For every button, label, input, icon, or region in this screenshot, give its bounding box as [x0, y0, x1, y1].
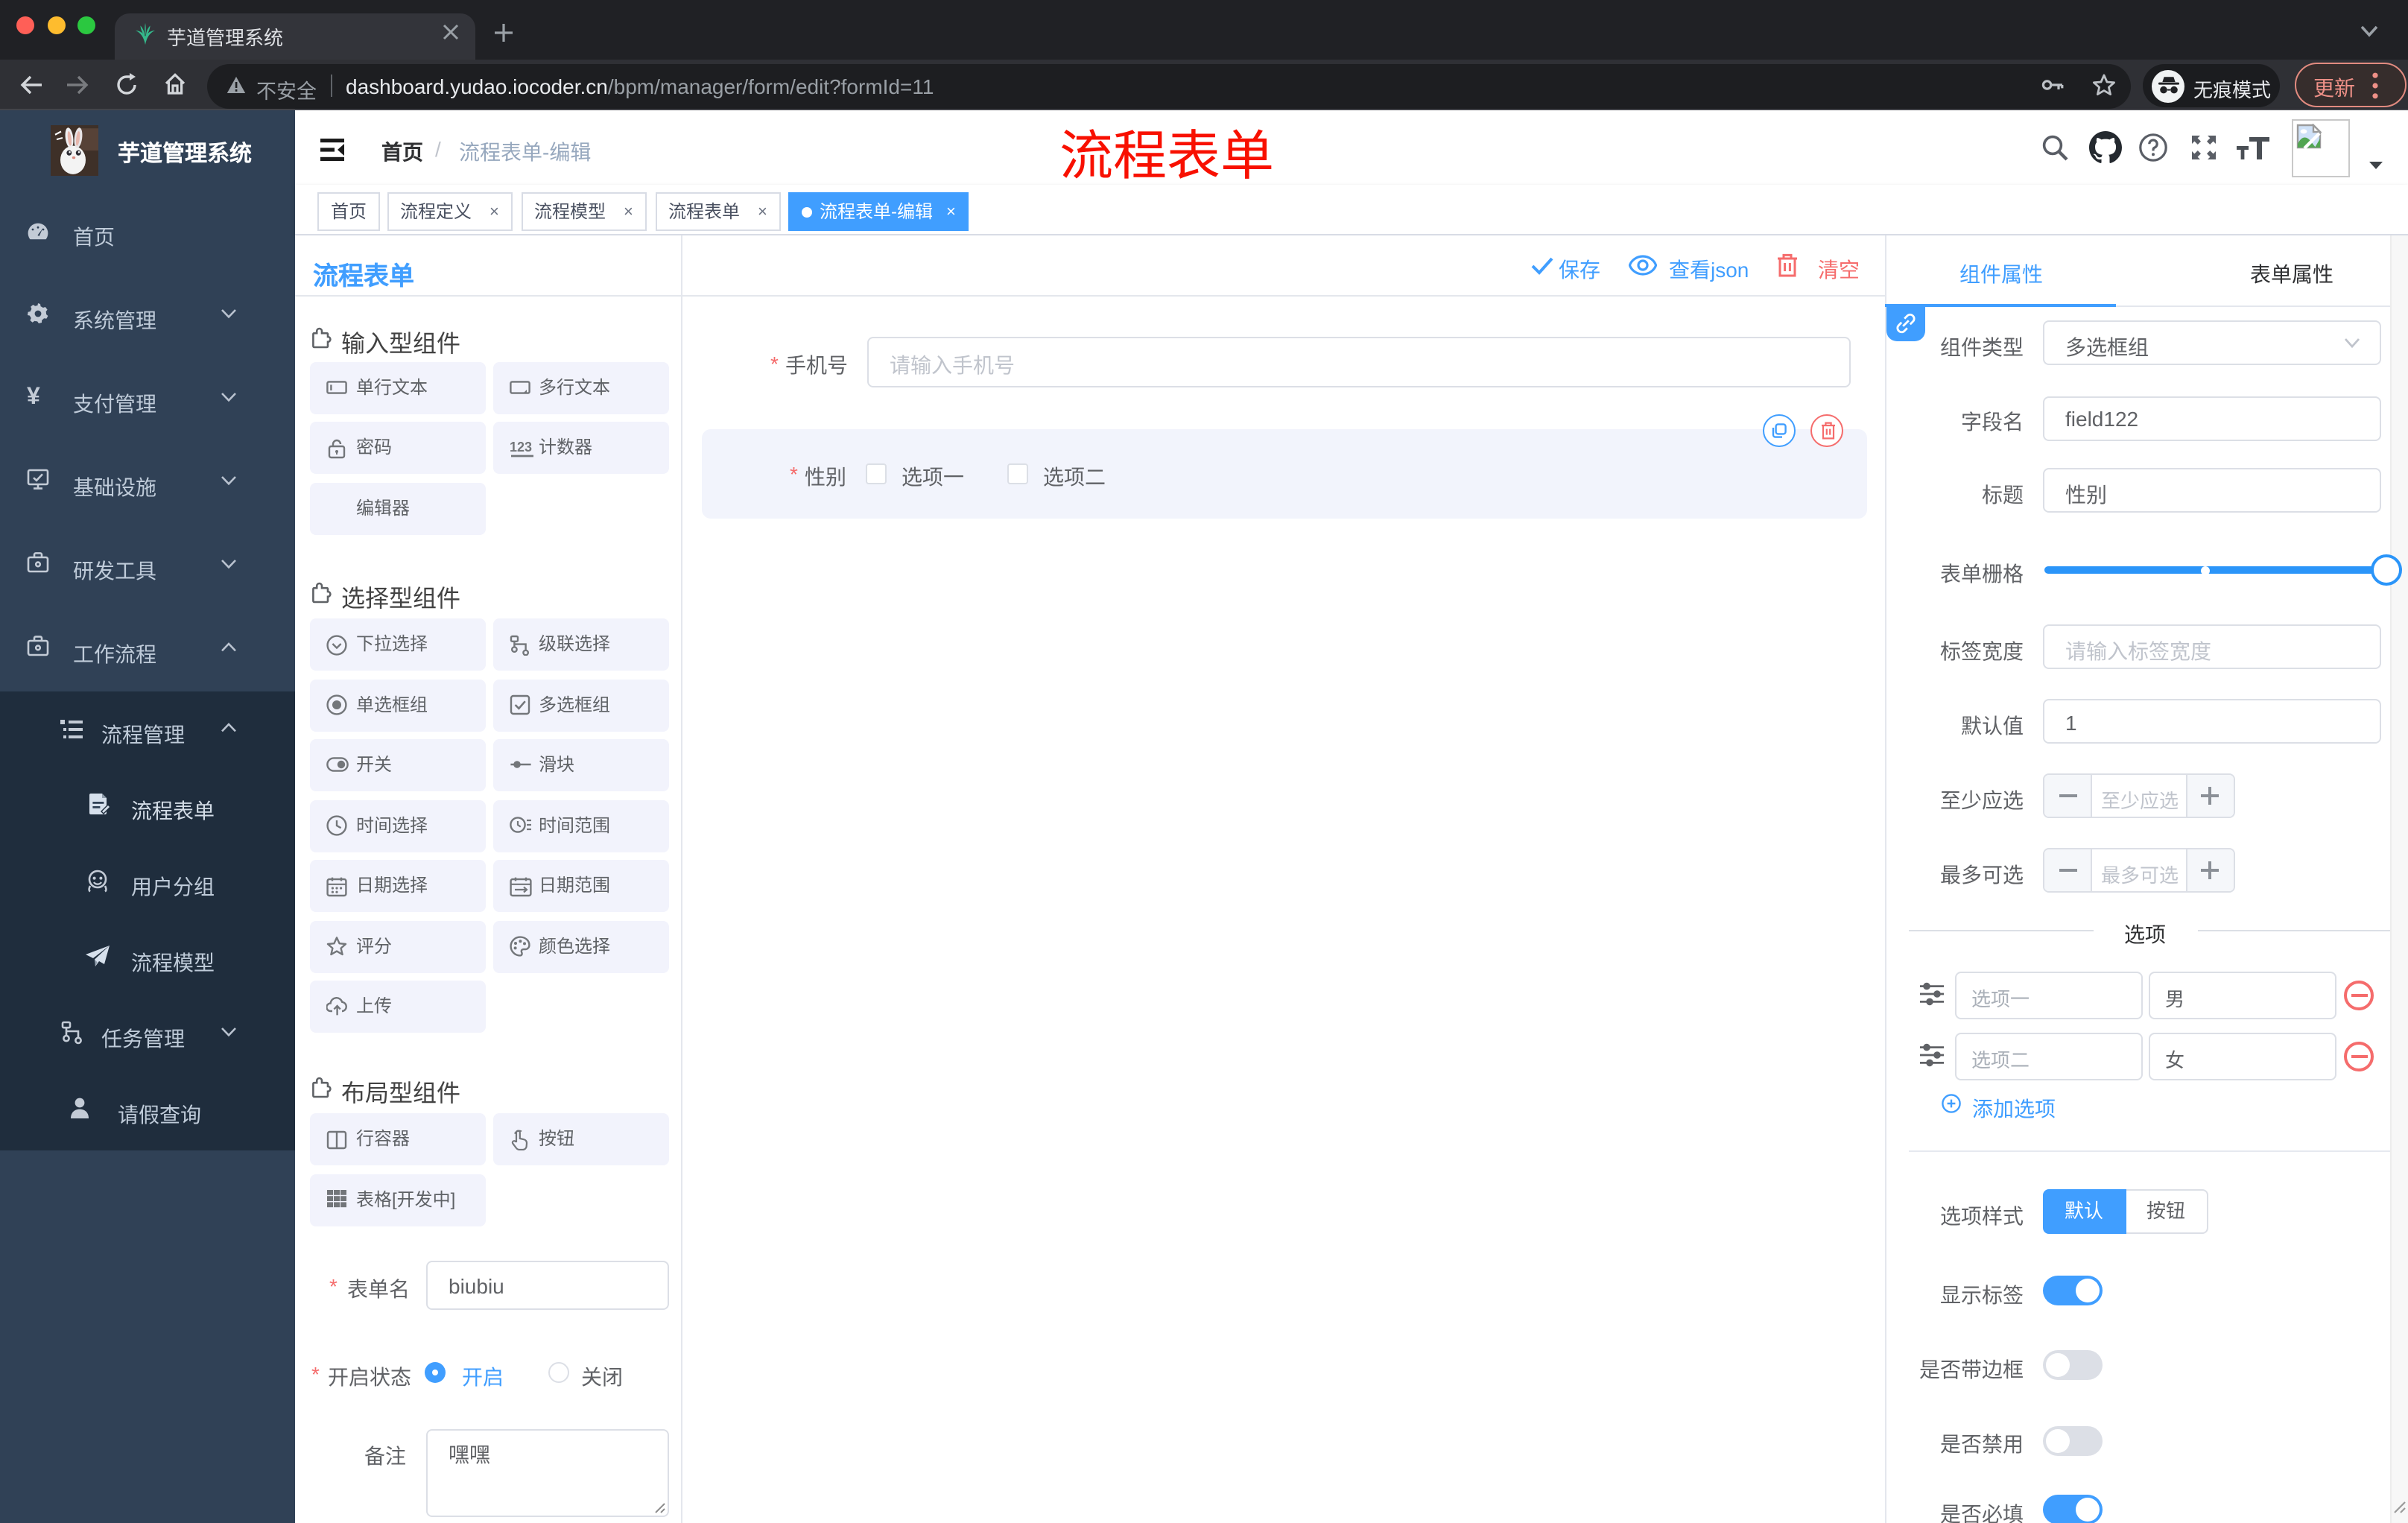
svg-text:123: 123	[509, 439, 531, 454]
